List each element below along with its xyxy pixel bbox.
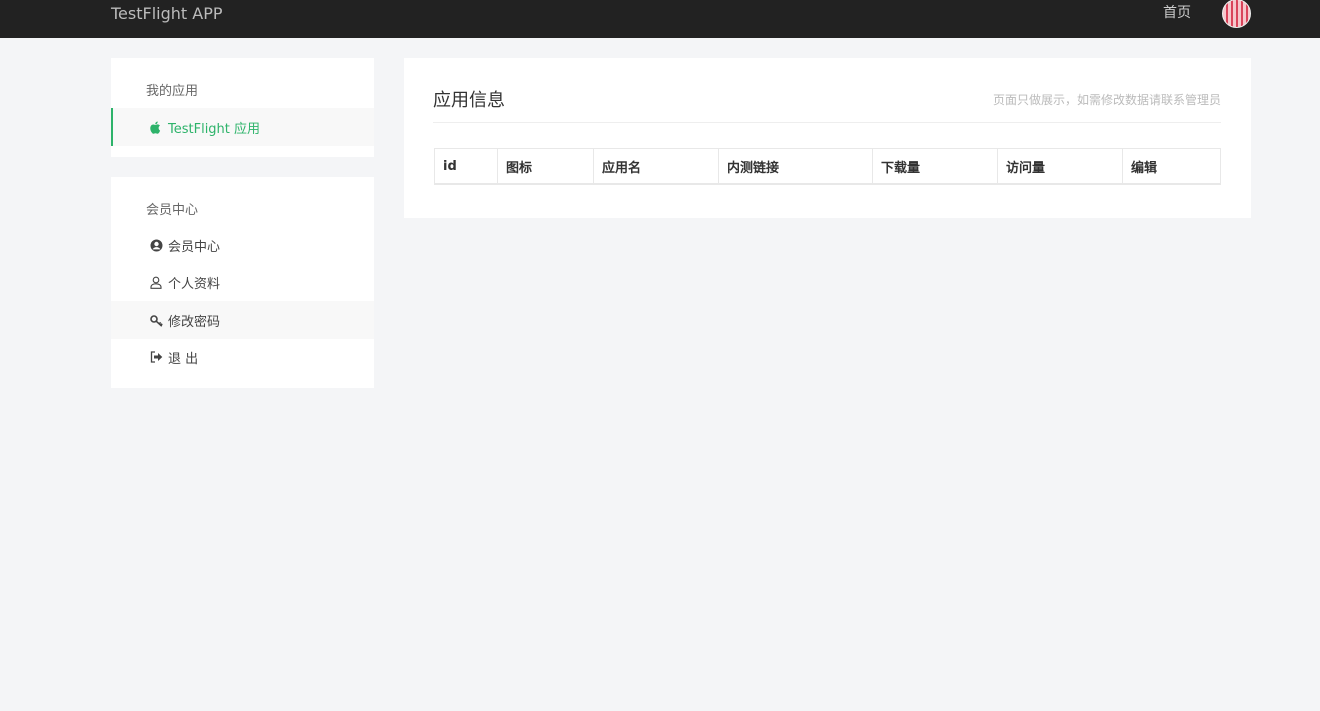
sidebar-item-label: 个人资料: [168, 276, 221, 292]
user-circle-icon: [149, 238, 163, 252]
sidebar-item-label: 会员中心: [168, 239, 221, 255]
top-navbar: TestFlight APP 首页: [0, 0, 1320, 38]
sidebar-member-center: 会员中心 会员中心 个人资料 修改密码 退 出: [111, 177, 374, 388]
apple-icon: [149, 120, 163, 134]
page-title: 应用信息: [433, 90, 505, 111]
key-icon: [149, 313, 163, 327]
sidebar-my-apps: 我的应用 TestFlight 应用: [111, 58, 374, 157]
brand-title[interactable]: TestFlight APP: [111, 4, 223, 24]
sidebar-item-label: TestFlight 应用: [168, 121, 261, 137]
page-note: 页面只做展示，如需修改数据请联系管理员: [992, 93, 1221, 107]
table-header-visits: 访问量: [998, 149, 1123, 183]
sidebar-item-logout[interactable]: 退 出: [111, 338, 374, 376]
sidebar-item-change-password[interactable]: 修改密码: [111, 301, 374, 339]
sidebar-group-title-my-apps: 我的应用: [146, 84, 199, 99]
table-header-edit: 编辑: [1131, 160, 1158, 176]
table-header-downloads: 下载量: [873, 149, 998, 183]
sidebar-item-label: 退 出: [168, 351, 199, 367]
divider: [433, 122, 1221, 123]
avatar[interactable]: [1222, 0, 1251, 28]
table-header-app-name: 应用名: [594, 149, 719, 183]
user-outline-icon: [149, 275, 163, 289]
apps-table-header: id 图标 应用名 内测链接 下载量 访问量 编辑: [434, 148, 1221, 185]
table-header-id: id: [435, 149, 498, 183]
table-header-test-link: 内测链接: [719, 149, 873, 183]
table-header-icon: 图标: [498, 149, 594, 183]
sidebar-item-label: 修改密码: [168, 314, 221, 330]
nav-home-link[interactable]: 首页: [1163, 4, 1191, 22]
sidebar-item-testflight-apps[interactable]: TestFlight 应用: [111, 108, 374, 146]
main-panel: 应用信息 页面只做展示，如需修改数据请联系管理员 id 图标 应用名 内测链接 …: [404, 58, 1251, 218]
sign-out-icon: [149, 350, 163, 364]
sidebar-item-profile[interactable]: 个人资料: [111, 263, 374, 301]
sidebar-item-member-center[interactable]: 会员中心: [111, 226, 374, 264]
sidebar-group-title-member-center: 会员中心: [146, 203, 199, 218]
